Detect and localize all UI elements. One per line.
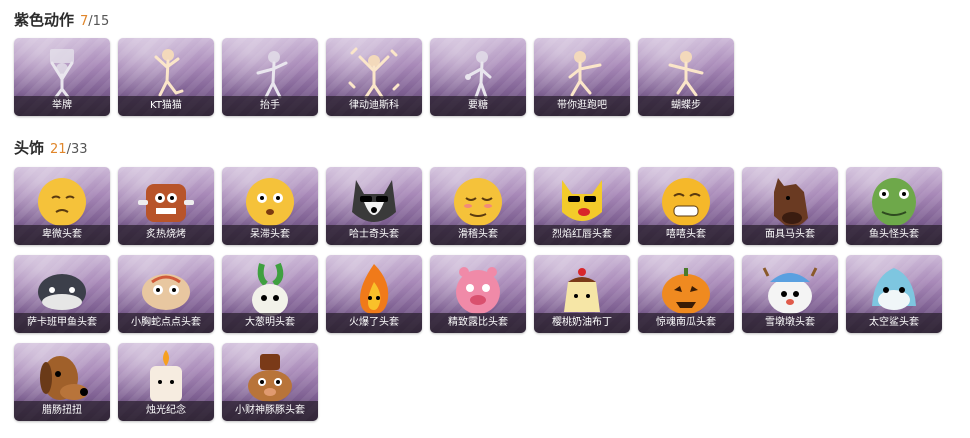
item-card[interactable]: 烈焰红唇头套 xyxy=(534,167,630,245)
humble-face-mask-icon xyxy=(38,178,86,226)
item-card[interactable]: 惊魂南瓜头套 xyxy=(638,255,734,333)
item-card[interactable]: 抬手 xyxy=(222,38,318,116)
cherry-pudding-mask-icon xyxy=(564,268,600,312)
ruby-mask-icon xyxy=(456,267,500,314)
item-label: 精致露比头套 xyxy=(448,317,508,328)
fire-mask-icon xyxy=(360,264,389,314)
item-card[interactable]: 精致露比头套 xyxy=(430,255,526,333)
item-card[interactable]: 小胸蛇点点头套 xyxy=(118,255,214,333)
fortune-pig-mask-icon xyxy=(248,354,292,402)
item-label: 呆滞头套 xyxy=(250,229,290,240)
space-shark-mask-icon xyxy=(872,268,916,310)
item-label: 滑稽头套 xyxy=(458,229,498,240)
item-card[interactable]: 大葱明头套 xyxy=(222,255,318,333)
item-label: 炙热烧烤 xyxy=(146,229,186,240)
item-card[interactable]: 太空鲨头套 xyxy=(846,255,942,333)
item-card[interactable]: 嘻嘻头套 xyxy=(638,167,734,245)
item-label: 腊肠扭扭 xyxy=(42,405,82,416)
ask-candy-pose-icon xyxy=(465,51,492,99)
snake-mask-icon xyxy=(142,274,190,310)
scallion-mask-icon xyxy=(252,262,288,316)
item-label: 火爆了头套 xyxy=(349,317,399,328)
item-label: 萨卡班甲鱼头套 xyxy=(27,317,97,328)
item-label: 卑微头套 xyxy=(42,229,82,240)
item-label: 嘻嘻头套 xyxy=(666,229,706,240)
item-label: 蝴蝶步 xyxy=(671,100,701,111)
item-label: 雪墩墩头套 xyxy=(765,317,815,328)
item-label: 烈焰红唇头套 xyxy=(552,229,612,240)
section-title-text: 紫色动作 xyxy=(14,11,75,29)
red-lips-mask-icon xyxy=(562,180,602,221)
item-card[interactable]: 要糖 xyxy=(430,38,526,116)
item-card[interactable]: 樱桃奶油布丁 xyxy=(534,255,630,333)
item-label: 面具马头套 xyxy=(765,229,815,240)
item-card[interactable]: 雪墩墩头套 xyxy=(742,255,838,333)
item-label: 哈士奇头套 xyxy=(349,229,399,240)
section-count: 21/33 xyxy=(50,142,88,157)
item-label: 樱桃奶油布丁 xyxy=(552,317,612,328)
item-card[interactable]: 哈士奇头套 xyxy=(326,167,422,245)
section-title-purple-actions: 紫色动作 7/15 xyxy=(14,9,109,30)
item-label: 鱼头怪头套 xyxy=(869,229,919,240)
item-card[interactable]: 鱼头怪头套 xyxy=(846,167,942,245)
item-label: 太空鲨头套 xyxy=(869,317,919,328)
raise-hand-pose-icon xyxy=(256,51,288,99)
item-label: 小财神豚豚头套 xyxy=(235,405,305,416)
snow-mask-icon xyxy=(762,267,818,314)
section-count: 7/15 xyxy=(80,14,110,29)
item-card[interactable]: 律动迪斯科 xyxy=(326,38,422,116)
item-card[interactable]: 举牌 xyxy=(14,38,110,116)
item-label: 抬手 xyxy=(260,100,280,111)
item-label: 惊魂南瓜头套 xyxy=(656,317,716,328)
hot-bbq-mask-icon xyxy=(138,184,194,222)
butterfly-step-pose-icon xyxy=(668,51,704,97)
item-card[interactable]: 萨卡班甲鱼头套 xyxy=(14,255,110,333)
item-card[interactable]: KT猫猫 xyxy=(118,38,214,116)
raise-sign-pose-icon xyxy=(50,49,74,99)
item-card[interactable]: 腊肠扭扭 xyxy=(14,343,110,421)
item-card[interactable]: 面具马头套 xyxy=(742,167,838,245)
funny-face-mask-icon xyxy=(454,178,502,226)
item-card[interactable]: 滑稽头套 xyxy=(430,167,526,245)
pumpkin-mask-icon xyxy=(662,268,710,314)
item-label: 大葱明头套 xyxy=(245,317,295,328)
dachshund-mask-icon xyxy=(40,356,88,400)
purple-actions-grid: 举牌 KT猫猫 抬手 律动迪斯科 要糖 带你逛跑吧 蝴蝶步 xyxy=(14,38,942,116)
sacabambaspis-mask-icon xyxy=(38,274,86,310)
item-label: KT猫猫 xyxy=(150,100,182,111)
section-title-text: 头饰 xyxy=(14,139,45,157)
item-card[interactable]: 炙热烧烤 xyxy=(118,167,214,245)
item-label: 烛光纪念 xyxy=(146,405,186,416)
candle-mask-icon xyxy=(150,350,182,402)
item-card[interactable]: 烛光纪念 xyxy=(118,343,214,421)
item-card[interactable]: 呆滞头套 xyxy=(222,167,318,245)
dazed-face-mask-icon xyxy=(246,178,294,226)
husky-mask-icon xyxy=(352,180,396,222)
item-label: 律动迪斯科 xyxy=(349,100,399,111)
disco-pose-icon xyxy=(348,47,400,99)
item-card[interactable]: 小财神豚豚头套 xyxy=(222,343,318,421)
headwear-grid: 卑微头套 炙热烧烤 呆滞头套 哈士奇头套 滑稽头套 烈焰红唇头套 嘻嘻头套 面具马头套 鱼头怪头… xyxy=(14,167,942,421)
cat-pose-icon xyxy=(154,49,184,97)
item-card[interactable]: 带你逛跑吧 xyxy=(534,38,630,116)
item-label: 要糖 xyxy=(468,100,488,111)
item-card[interactable]: 卑微头套 xyxy=(14,167,110,245)
section-title-headwear: 头饰 21/33 xyxy=(14,137,87,158)
item-card[interactable]: 蝴蝶步 xyxy=(638,38,734,116)
item-label: 小胸蛇点点头套 xyxy=(131,317,201,328)
item-label: 举牌 xyxy=(52,100,72,111)
grin-face-mask-icon xyxy=(662,178,710,226)
run-pose-icon xyxy=(568,51,602,97)
fish-monster-mask-icon xyxy=(872,178,916,226)
horse-mask-icon xyxy=(774,178,808,227)
item-label: 带你逛跑吧 xyxy=(557,100,607,111)
item-card[interactable]: 火爆了头套 xyxy=(326,255,422,333)
